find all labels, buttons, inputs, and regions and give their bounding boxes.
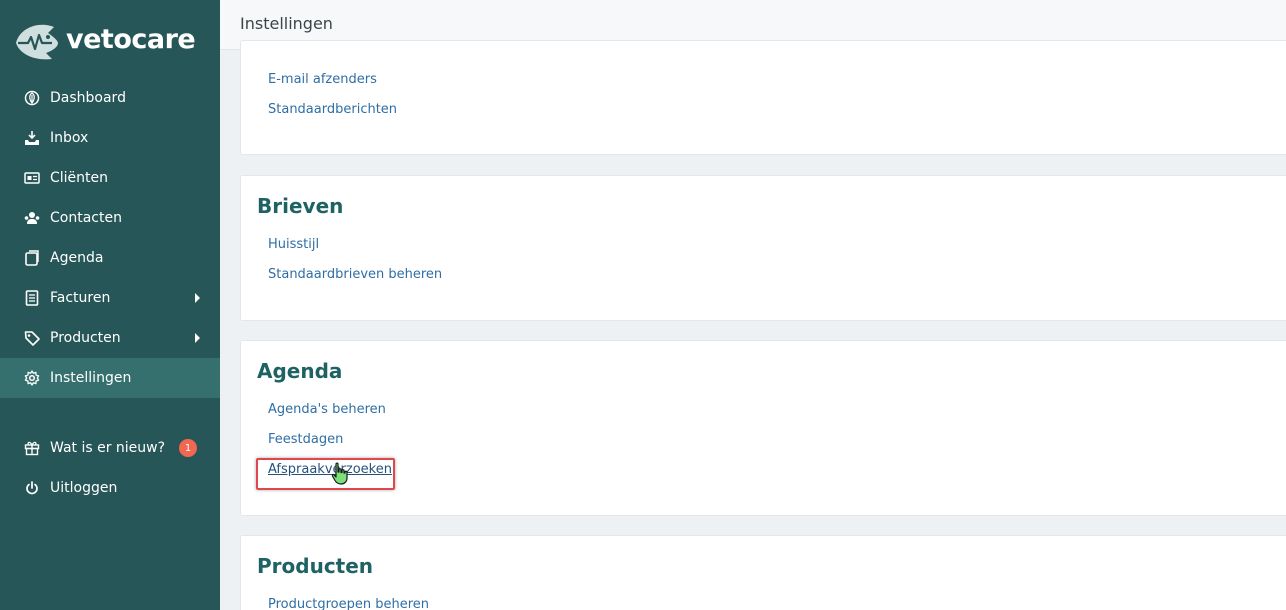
sidebar-item-contacten[interactable]: Contacten — [0, 198, 220, 238]
sidebar-item-label: Inbox — [50, 130, 89, 146]
sidebar-item-whats-new[interactable]: Wat is er nieuw? 1 — [0, 428, 220, 468]
sidebar-item-facturen[interactable]: Facturen — [0, 278, 220, 318]
section-title: Producten — [257, 554, 374, 578]
sidebar-item-inbox[interactable]: Inbox — [0, 118, 220, 158]
sidebar-item-label: Dashboard — [50, 90, 126, 106]
link-house-style[interactable]: Huisstijl — [268, 237, 319, 252]
sidebar-item-label: Agenda — [50, 250, 104, 266]
users-icon — [24, 210, 40, 226]
sidebar-item-label: Producten — [50, 330, 121, 346]
settings-card-agenda: Agenda Agenda's beheren Feestdagen Afspr… — [240, 340, 1286, 516]
sidebar-item-dashboard[interactable]: Dashboard — [0, 78, 220, 118]
settings-card-email: E-mail afzenders Standaardberichten — [240, 40, 1286, 155]
leaf-icon — [24, 90, 40, 106]
section-title: Agenda — [257, 359, 343, 383]
calendar-icon — [24, 250, 40, 266]
link-standard-messages[interactable]: Standaardberichten — [268, 102, 397, 117]
inbox-icon — [24, 130, 40, 146]
link-holidays[interactable]: Feestdagen — [268, 432, 343, 447]
hand-cursor-icon — [331, 462, 348, 485]
settings-card-producten: Producten Productgroepen beheren — [240, 535, 1286, 610]
sidebar-item-label: Uitloggen — [50, 480, 118, 496]
sidebar-item-clienten[interactable]: Cliënten — [0, 158, 220, 198]
sidebar-item-logout[interactable]: Uitloggen — [0, 468, 220, 508]
link-manage-standard-letters[interactable]: Standaardbrieven beheren — [268, 267, 442, 282]
sidebar-item-label: Contacten — [50, 210, 122, 226]
link-appointment-requests[interactable]: Afspraakverzoeken — [268, 462, 392, 477]
link-email-senders[interactable]: E-mail afzenders — [268, 72, 377, 87]
sidebar-item-producten[interactable]: Producten — [0, 318, 220, 358]
power-icon — [24, 480, 40, 496]
sidebar-item-instellingen[interactable]: Instellingen — [0, 358, 220, 398]
sidebar-item-label: Facturen — [50, 290, 111, 306]
sidebar-item-label: Wat is er nieuw? — [50, 440, 166, 456]
chevron-right-icon — [195, 333, 200, 343]
section-title: Brieven — [257, 194, 344, 218]
sidebar-item-agenda[interactable]: Agenda — [0, 238, 220, 278]
settings-card-brieven: Brieven Huisstijl Standaardbrieven beher… — [240, 175, 1286, 321]
brand-logo[interactable]: vetocare — [12, 16, 196, 62]
link-manage-agendas[interactable]: Agenda's beheren — [268, 402, 386, 417]
gear-icon — [24, 370, 40, 386]
page-title: Instellingen — [240, 14, 333, 33]
notification-badge: 1 — [179, 439, 198, 457]
sidebar-item-label: Cliënten — [50, 170, 109, 186]
brand-name: vetocare — [66, 23, 196, 55]
chevron-right-icon — [195, 293, 200, 303]
sidebar: vetocare Dashboard Inbox Cliënten Contac… — [0, 0, 220, 610]
tag-icon — [24, 330, 40, 346]
sidebar-item-label: Instellingen — [50, 370, 132, 386]
gift-icon — [24, 440, 40, 456]
fish-heartbeat-logo-icon — [16, 24, 58, 60]
invoice-icon — [24, 290, 40, 306]
link-manage-product-groups[interactable]: Productgroepen beheren — [268, 597, 429, 610]
id-card-icon — [24, 170, 40, 186]
